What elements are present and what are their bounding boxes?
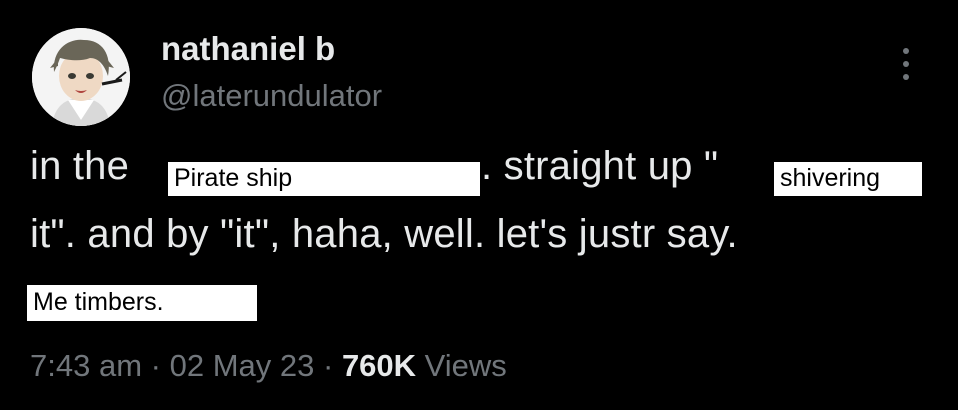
tweet-text-line1-prefix: in the bbox=[30, 144, 130, 188]
overlay-shivering: shivering bbox=[774, 162, 922, 196]
tweet-date[interactable]: 02 May 23 bbox=[170, 348, 315, 383]
display-name[interactable]: nathaniel b bbox=[161, 30, 335, 68]
meta-separator: · bbox=[322, 348, 334, 383]
meta-separator: · bbox=[150, 348, 161, 383]
overlay-me-timbers: Me timbers. bbox=[27, 285, 257, 321]
more-dot bbox=[903, 48, 909, 54]
user-handle[interactable]: @laterundulator bbox=[161, 78, 382, 114]
views-count[interactable]: 760K bbox=[342, 348, 416, 383]
avatar[interactable] bbox=[32, 28, 130, 126]
tweet-meta: 7:43 am · 02 May 23 · 760K Views bbox=[30, 348, 507, 384]
views-label: Views bbox=[424, 348, 507, 383]
tweet-time[interactable]: 7:43 am bbox=[30, 348, 142, 383]
more-dot bbox=[903, 74, 909, 80]
overlay-pirate-ship: Pirate ship bbox=[168, 162, 480, 196]
tweet-text-line1-middle: . straight up " bbox=[481, 144, 719, 188]
avatar-illustration bbox=[32, 28, 130, 126]
more-vertical-icon[interactable] bbox=[894, 44, 918, 84]
tweet-text-line2: it". and by "it", haha, well. let's just… bbox=[30, 212, 738, 256]
more-dot bbox=[903, 61, 909, 67]
